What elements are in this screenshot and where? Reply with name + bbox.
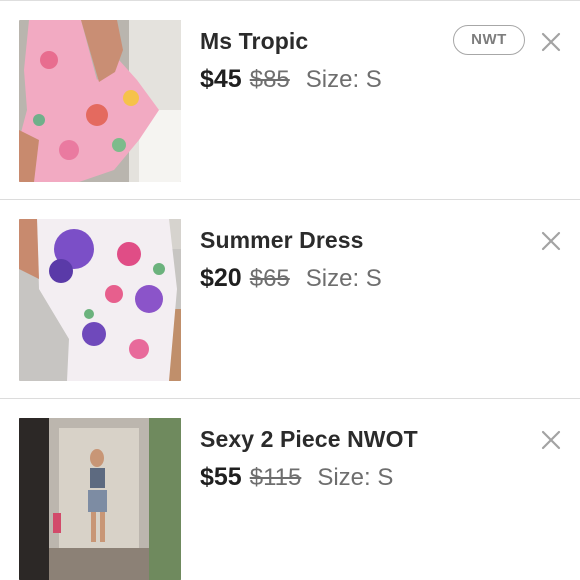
listing-original-price: $115: [249, 464, 302, 491]
listing-item[interactable]: Summer Dress $20 $65 Size: S: [0, 200, 580, 399]
listing-photo-image: [19, 20, 181, 182]
listing-list: Ms Tropic $45 $85 Size: S NWT Summer Dre…: [0, 0, 580, 580]
listing-original-price: $85: [249, 66, 290, 93]
price-row: $45 $85 Size: S: [200, 65, 382, 94]
listing-price: $45: [200, 65, 242, 93]
listing-size: Size: S: [305, 66, 382, 93]
price-row: $20 $65 Size: S: [200, 264, 382, 293]
listing-title[interactable]: Summer Dress: [200, 227, 364, 254]
listing-photo[interactable]: [19, 418, 181, 580]
listing-original-price: $65: [249, 265, 290, 292]
listing-photo[interactable]: [19, 219, 181, 381]
listing-title[interactable]: Ms Tropic: [200, 28, 308, 55]
listing-price: $55: [200, 463, 242, 491]
listing-item[interactable]: Ms Tropic $45 $85 Size: S NWT: [0, 1, 580, 200]
listing-size: Size: S: [305, 265, 382, 292]
price-row: $55 $115 Size: S: [200, 463, 393, 492]
listing-size: Size: S: [317, 464, 394, 491]
listing-title[interactable]: Sexy 2 Piece NWOT: [200, 426, 418, 453]
listing-photo-image: [19, 219, 181, 381]
listing-photo-image: [19, 418, 181, 580]
listing-photo[interactable]: [19, 20, 181, 182]
close-icon[interactable]: [540, 230, 562, 252]
condition-badge: NWT: [453, 25, 525, 55]
listing-price: $20: [200, 264, 242, 292]
close-icon[interactable]: [540, 429, 562, 451]
close-icon[interactable]: [540, 31, 562, 53]
listing-item[interactable]: Sexy 2 Piece NWOT $55 $115 Size: S: [0, 399, 580, 580]
